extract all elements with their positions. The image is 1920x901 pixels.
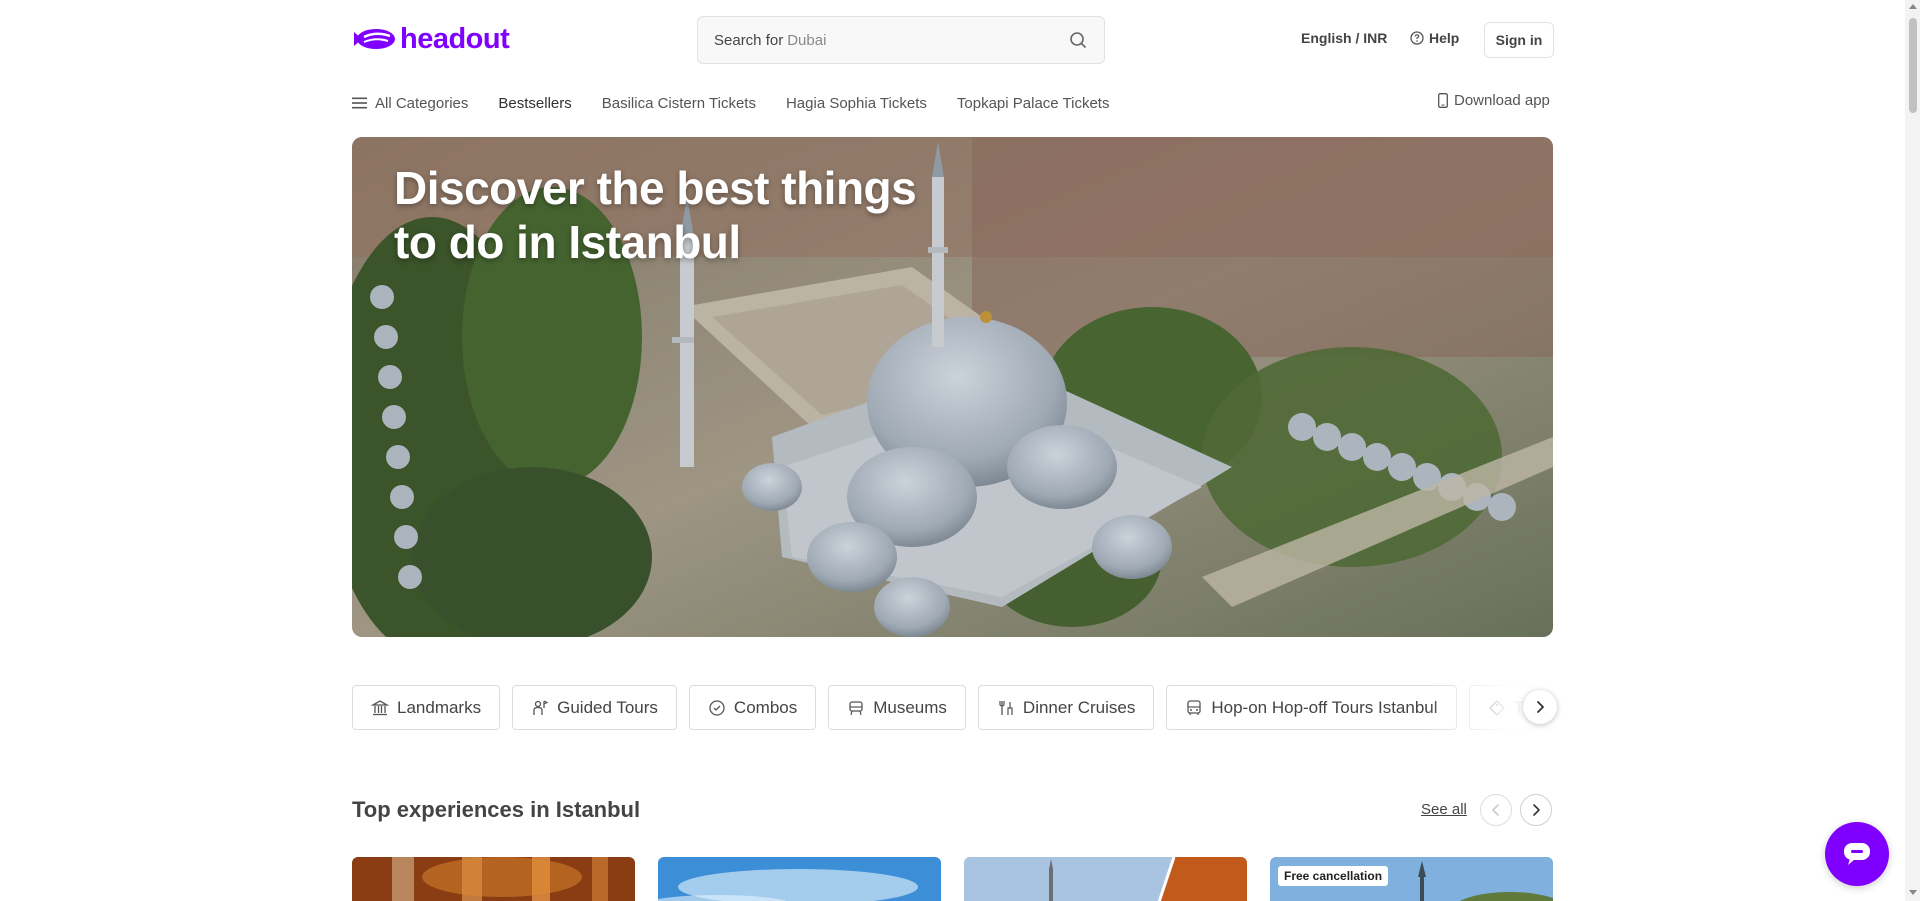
- chip-landmarks[interactable]: Landmarks: [352, 685, 501, 730]
- nav-all-categories[interactable]: All Categories: [352, 95, 468, 112]
- chip-label: Guided Tours: [557, 697, 658, 717]
- nav-topkapi-palace[interactable]: Topkapi Palace Tickets: [957, 95, 1110, 112]
- chip-label: Museums: [873, 697, 947, 717]
- guide-icon: [533, 699, 549, 715]
- site-header: headout Search for Dubai English / INR H…: [0, 0, 1920, 80]
- scroll-down-arrow-icon[interactable]: [1909, 890, 1917, 895]
- chip-label: Combos: [733, 697, 798, 717]
- ticket-icon: [1488, 699, 1505, 716]
- see-all-link[interactable]: See all: [1421, 801, 1467, 818]
- chip-label: Hop-on Hop-off Tours Istanbul: [1211, 697, 1438, 717]
- download-app-link[interactable]: Download app: [1438, 92, 1550, 109]
- chip-dinner-cruises[interactable]: Dinner Cruises: [977, 685, 1155, 730]
- page-scrollbar[interactable]: [1905, 0, 1920, 901]
- language-currency-selector[interactable]: English / INR: [1301, 30, 1387, 46]
- free-cancellation-badge: Free cancellation: [1278, 866, 1389, 886]
- hero-title-line2: to do in Istanbul: [394, 216, 741, 268]
- chat-bubble-icon: [1844, 843, 1870, 865]
- download-app-label: Download app: [1454, 92, 1550, 109]
- experience-card[interactable]: [352, 857, 635, 901]
- chip-combos[interactable]: Combos: [688, 685, 817, 730]
- chevron-left-icon: [1492, 804, 1499, 816]
- combo-badge-icon: [709, 699, 725, 716]
- chip-hop-on-hop-off[interactable]: Hop-on Hop-off Tours Istanbul: [1166, 685, 1457, 730]
- help-link[interactable]: Help: [1410, 30, 1459, 46]
- category-chips: Landmarks Guided Tours Combos Museums Di…: [352, 685, 1557, 731]
- scrollbar-thumb[interactable]: [1909, 18, 1917, 113]
- chat-support-button[interactable]: [1825, 822, 1889, 886]
- experience-card[interactable]: [658, 857, 941, 901]
- experience-cards: Free cancellation: [352, 857, 1553, 901]
- sky-attraction-image: [658, 857, 941, 901]
- cruise-icon: [999, 700, 1013, 715]
- chip-guided-tours[interactable]: Guided Tours: [512, 685, 677, 730]
- hero-title: Discover the best things to do in Istanb…: [394, 161, 917, 269]
- phone-icon: [1438, 93, 1448, 108]
- nav-item-label: All Categories: [375, 94, 469, 112]
- basilica-cistern-image: [352, 857, 635, 901]
- search-input[interactable]: Dubai: [787, 32, 1068, 49]
- nav-bestsellers[interactable]: Bestsellers: [498, 95, 571, 112]
- section-title: Top experiences in Istanbul: [352, 797, 641, 822]
- search-box[interactable]: Search for Dubai: [697, 16, 1105, 64]
- logo-text: headout: [400, 22, 510, 55]
- chevron-right-icon: [1533, 804, 1540, 816]
- carousel-next-button[interactable]: [1520, 794, 1552, 826]
- hero-title-line1: Discover the best things: [394, 162, 917, 214]
- help-icon: [1410, 31, 1424, 45]
- search-icon[interactable]: [1068, 30, 1088, 50]
- carousel-prev-button[interactable]: [1480, 794, 1512, 826]
- chip-label: Dinner Cruises: [1022, 697, 1136, 717]
- landmark-icon: [371, 699, 389, 715]
- hero-banner: Discover the best things to do in Istanb…: [352, 137, 1553, 637]
- chip-label: Landmarks: [397, 697, 482, 717]
- experience-card[interactable]: Free cancellation: [1270, 857, 1553, 901]
- bus-icon: [1187, 699, 1202, 715]
- headout-logo[interactable]: headout: [352, 22, 510, 56]
- chip-museums[interactable]: Museums: [828, 685, 966, 730]
- scroll-up-arrow-icon[interactable]: [1909, 4, 1917, 9]
- nav-hagia-sophia[interactable]: Hagia Sophia Tickets: [786, 95, 927, 112]
- headout-blimp-icon: [354, 29, 395, 49]
- search-label: Search for: [714, 31, 784, 49]
- help-label: Help: [1429, 30, 1460, 46]
- combo-attraction-image: [964, 857, 1247, 901]
- nav-basilica-cistern[interactable]: Basilica Cistern Tickets: [602, 95, 756, 112]
- chips-next-button[interactable]: [1523, 690, 1557, 724]
- category-nav: All Categories Bestsellers Basilica Cist…: [352, 92, 1139, 114]
- chevron-right-icon: [1537, 701, 1544, 713]
- experience-card[interactable]: [964, 857, 1247, 901]
- museum-icon: [849, 700, 863, 715]
- sign-in-button[interactable]: Sign in: [1484, 22, 1554, 58]
- menu-icon: [352, 97, 367, 109]
